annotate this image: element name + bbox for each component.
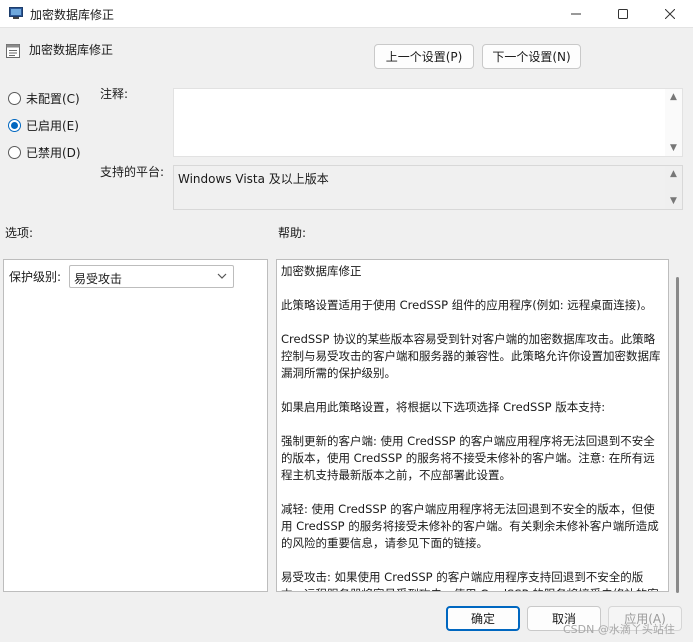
not-configured-label: 未配置(C) bbox=[26, 92, 80, 106]
watermark: CSDN @水滴丫头站住 bbox=[563, 623, 675, 636]
disabled-label: 已禁用(D) bbox=[26, 146, 81, 160]
title-bar: 加密数据库修正 bbox=[0, 0, 693, 28]
platform-label: 支持的平台: bbox=[100, 165, 165, 179]
platform-value: Windows Vista 及以上版本 bbox=[178, 172, 329, 186]
scroll-down-icon[interactable]: ▼ bbox=[665, 143, 682, 153]
ok-button[interactable]: 确定 bbox=[446, 606, 520, 631]
platform-scrollbar[interactable]: ▲ ▼ bbox=[665, 166, 682, 209]
help-paragraph: 如果启用此策略设置，将根据以下选项选择 CredSSP 版本支持: bbox=[281, 400, 606, 414]
help-paragraph: 易受攻击: 如果使用 CredSSP 的客户端应用程序支持回退到不安全的版本，远… bbox=[281, 570, 659, 591]
help-paragraph: 加密数据库修正 bbox=[281, 264, 362, 278]
help-section-label: 帮助: bbox=[278, 226, 307, 240]
setting-title: 加密数据库修正 bbox=[29, 43, 114, 57]
help-scrollbar-thumb[interactable] bbox=[676, 277, 679, 593]
options-section-label: 选项: bbox=[5, 226, 34, 240]
comment-label: 注释: bbox=[100, 87, 129, 101]
enabled-label: 已启用(E) bbox=[26, 119, 79, 133]
platform-box: Windows Vista 及以上版本 ▲ ▼ bbox=[173, 165, 683, 210]
options-panel: 保护级别: 易受攻击 bbox=[3, 259, 268, 592]
help-panel: 加密数据库修正 此策略设置适用于使用 CredSSP 组件的应用程序(例如: 远… bbox=[276, 259, 669, 592]
minimize-button[interactable] bbox=[553, 0, 599, 28]
scroll-up-icon[interactable]: ▲ bbox=[665, 169, 682, 179]
minimize-icon bbox=[571, 13, 581, 15]
next-setting-button[interactable]: 下一个设置(N) bbox=[482, 44, 581, 69]
comment-textbox[interactable]: ▲ ▼ bbox=[173, 88, 683, 157]
help-paragraph: 此策略设置适用于使用 CredSSP 组件的应用程序(例如: 远程桌面连接)。 bbox=[281, 298, 653, 312]
enabled-radio[interactable] bbox=[8, 119, 21, 132]
policy-app-icon bbox=[9, 7, 23, 19]
help-scrollbar[interactable] bbox=[675, 259, 680, 593]
window-title: 加密数据库修正 bbox=[30, 8, 115, 22]
maximize-icon bbox=[618, 9, 628, 19]
protection-level-select[interactable]: 易受攻击 bbox=[69, 265, 234, 288]
previous-setting-button[interactable]: 上一个设置(P) bbox=[374, 44, 474, 69]
help-paragraph: 减轻: 使用 CredSSP 的客户端应用程序将无法回退到不安全的版本，但使用 … bbox=[281, 502, 659, 550]
help-paragraph: 强制更新的客户端: 使用 CredSSP 的客户端应用程序将无法回退到不安全的版… bbox=[281, 434, 655, 482]
not-configured-option[interactable]: 未配置(C) bbox=[8, 90, 80, 107]
disabled-radio[interactable] bbox=[8, 146, 21, 159]
help-text: 加密数据库修正 此策略设置适用于使用 CredSSP 组件的应用程序(例如: 远… bbox=[281, 263, 665, 591]
not-configured-radio[interactable] bbox=[8, 92, 21, 105]
enabled-option[interactable]: 已启用(E) bbox=[8, 117, 79, 134]
close-button[interactable] bbox=[647, 0, 693, 28]
chevron-down-icon bbox=[217, 273, 227, 279]
policy-icon bbox=[6, 44, 20, 58]
close-icon bbox=[665, 9, 675, 19]
scroll-up-icon[interactable]: ▲ bbox=[665, 92, 682, 102]
scroll-down-icon[interactable]: ▼ bbox=[665, 196, 682, 206]
disabled-option[interactable]: 已禁用(D) bbox=[8, 144, 81, 161]
protection-level-label: 保护级别: bbox=[9, 270, 62, 284]
help-paragraph: CredSSP 协议的某些版本容易受到针对客户端的加密数据库攻击。此策略控制与易… bbox=[281, 332, 661, 380]
comment-scrollbar[interactable]: ▲ ▼ bbox=[665, 89, 682, 156]
maximize-button[interactable] bbox=[600, 0, 646, 28]
protection-level-value: 易受攻击 bbox=[74, 272, 123, 286]
